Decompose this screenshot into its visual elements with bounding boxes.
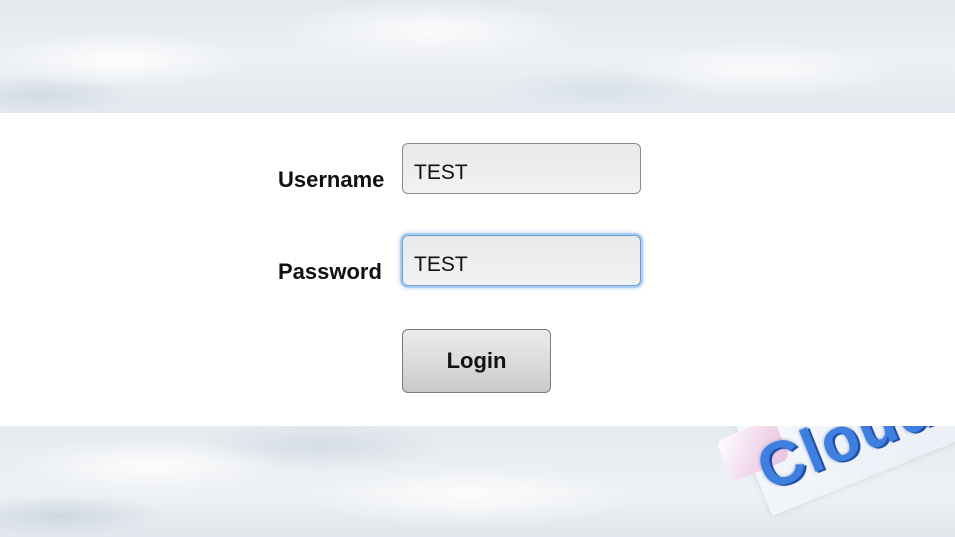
login-panel: Username Password Login bbox=[0, 113, 955, 426]
username-input[interactable] bbox=[402, 143, 641, 194]
logo-text: Cloud bbox=[747, 426, 946, 505]
password-label: Password bbox=[278, 259, 382, 284]
password-input[interactable] bbox=[402, 235, 641, 286]
login-button[interactable]: Login bbox=[402, 329, 551, 393]
username-label: Username bbox=[278, 167, 385, 192]
sky-background-top bbox=[0, 0, 955, 113]
login-screen: Username Password Login Cloud bbox=[0, 0, 955, 537]
cloud-logo: Cloud bbox=[700, 426, 955, 537]
